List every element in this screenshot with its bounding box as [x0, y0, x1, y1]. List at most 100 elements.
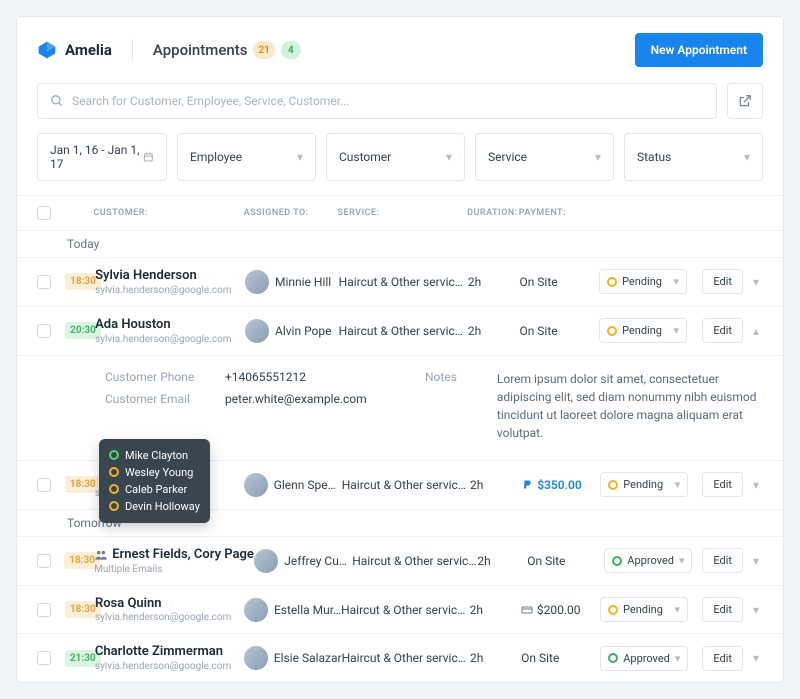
toolbar: [17, 83, 783, 133]
status-dot-icon: [607, 326, 617, 336]
service-filter[interactable]: Service▾: [475, 133, 614, 181]
edit-button[interactable]: Edit: [702, 269, 743, 294]
assignee-name: Minnie Hill: [275, 275, 331, 289]
export-icon: [738, 94, 752, 108]
duration: 2h: [470, 478, 521, 492]
col-customer: CUSTOMER:: [93, 208, 243, 218]
header-divider: [132, 39, 133, 61]
status-dot-icon: [612, 556, 622, 566]
status-select[interactable]: Pending▾: [599, 269, 687, 294]
chevron-down-icon: ▾: [679, 554, 685, 567]
customer-name: Sylvia Henderson: [95, 268, 245, 285]
chevron-down-icon: ▾: [297, 150, 303, 164]
assignee-name: Estella Mur…: [274, 603, 341, 617]
row-checkbox[interactable]: [37, 478, 51, 492]
customer-name: Rosa Quinn: [95, 596, 244, 613]
row-checkbox[interactable]: [37, 275, 51, 289]
col-assigned: ASSIGNED TO:: [244, 208, 338, 218]
customer-filter[interactable]: Customer▾: [326, 133, 465, 181]
status-select[interactable]: Pending▾: [600, 597, 688, 622]
status-dot-icon: [608, 480, 618, 490]
expand-toggle[interactable]: ▾: [749, 646, 763, 671]
table-row: 18:30 Sylvia Hendersonsylvia.henderson@g…: [17, 257, 783, 306]
brand-name: Amelia: [65, 41, 112, 59]
assignee-name: Glenn Spen…: [274, 478, 342, 492]
card-icon: [521, 604, 533, 616]
employee-filter[interactable]: Employee▾: [177, 133, 316, 181]
edit-button[interactable]: Edit: [702, 597, 743, 622]
status-dot-icon: [109, 467, 119, 477]
table-row: 18:30 Rosa Quinnsylvia.henderson@google.…: [17, 585, 783, 634]
new-appointment-button[interactable]: New Appointment: [635, 33, 763, 67]
duration: 2h: [477, 554, 527, 568]
phone-value: +14065551212: [225, 370, 385, 384]
status-filter[interactable]: Status▾: [624, 133, 763, 181]
expand-toggle[interactable]: ▴: [749, 318, 763, 343]
chevron-down-icon: ▾: [446, 150, 452, 164]
service-text: Haircut & Other servic…: [339, 275, 468, 289]
customer-email: sylvia.henderson@google.com: [95, 661, 244, 672]
avatar: [244, 598, 268, 622]
assignee-name: Alvin Pope: [275, 324, 332, 338]
group-icon: [94, 548, 108, 562]
email-value: peter.white@example.com: [225, 392, 385, 406]
phone-label: Customer Phone: [105, 370, 205, 384]
customer-email: sylvia.henderson@google.com: [95, 612, 244, 623]
duration: 2h: [468, 275, 520, 289]
status-select[interactable]: Pending▾: [600, 472, 688, 497]
status-select[interactable]: Pending▾: [599, 318, 687, 343]
row-checkbox[interactable]: [37, 651, 51, 665]
assignee-name: Jeffrey Cun…: [284, 554, 352, 568]
group-customers-tooltip: Mike Clayton Wesley Young Caleb Parker D…: [99, 439, 210, 523]
expand-toggle[interactable]: ▾: [749, 269, 763, 294]
date-range-picker[interactable]: Jan 1, 16 - Jan 1, 17: [37, 133, 167, 181]
customer-name: Charlotte Zimmerman: [95, 644, 244, 661]
row-checkbox[interactable]: [37, 603, 51, 617]
calendar-icon: [143, 151, 154, 163]
col-duration: DURATION:: [467, 208, 519, 218]
page-title: Appointments: [153, 41, 248, 59]
expand-toggle[interactable]: ▾: [749, 548, 763, 573]
table-row: 20:30 Ada Houstonsylvia.henderson@google…: [17, 306, 783, 355]
select-all-checkbox[interactable]: [37, 206, 51, 220]
edit-button[interactable]: Edit: [702, 472, 743, 497]
email-label: Customer Email: [105, 392, 205, 406]
status-dot-icon: [608, 653, 618, 663]
edit-button[interactable]: Edit: [702, 646, 743, 671]
status-dot-icon: [608, 605, 618, 615]
avatar: [245, 319, 269, 343]
status-select[interactable]: Approved▾: [600, 646, 688, 671]
export-button[interactable]: [727, 83, 763, 119]
customer-name: Ada Houston: [95, 317, 245, 334]
logo-wrap: Amelia: [37, 40, 132, 60]
customer-email: sylvia.henderson@google.com: [95, 334, 245, 345]
logo-icon: [37, 40, 57, 60]
search-box[interactable]: [37, 83, 717, 119]
row-checkbox[interactable]: [37, 324, 51, 338]
chevron-down-icon: ▾: [744, 150, 750, 164]
customer-name: Ernest Fields, Cory Page…: [94, 547, 254, 564]
avatar: [254, 549, 278, 573]
app-card: Amelia Appointments 21 4 New Appointment…: [16, 16, 784, 683]
badge-count-2: 4: [281, 41, 301, 59]
table-row: 18:30 Ernest Fields, Cory Page…Multiple …: [17, 536, 783, 585]
expand-toggle[interactable]: ▾: [749, 597, 763, 622]
status-dot-icon: [109, 484, 119, 494]
avatar: [244, 473, 268, 497]
edit-button[interactable]: Edit: [702, 548, 743, 573]
edit-button[interactable]: Edit: [702, 318, 743, 343]
status-dot-icon: [109, 450, 119, 460]
status-select[interactable]: Approved▾: [604, 548, 692, 573]
service-text: Haircut & Other servic…: [339, 324, 468, 338]
expand-toggle[interactable]: ▾: [749, 472, 763, 497]
filters: Jan 1, 16 - Jan 1, 17 Employee▾ Customer…: [17, 133, 783, 195]
chevron-down-icon: ▾: [674, 275, 680, 288]
payment: $350.00: [521, 478, 600, 492]
table-row: Mike Clayton Wesley Young Caleb Parker D…: [17, 460, 783, 509]
search-input[interactable]: [72, 94, 704, 108]
avatar: [244, 646, 268, 670]
payment: On Site: [527, 554, 604, 568]
payment: $200.00: [521, 603, 600, 617]
customer-email: sylvia.henderson@google.com: [95, 285, 245, 296]
row-checkbox[interactable]: [37, 554, 51, 568]
